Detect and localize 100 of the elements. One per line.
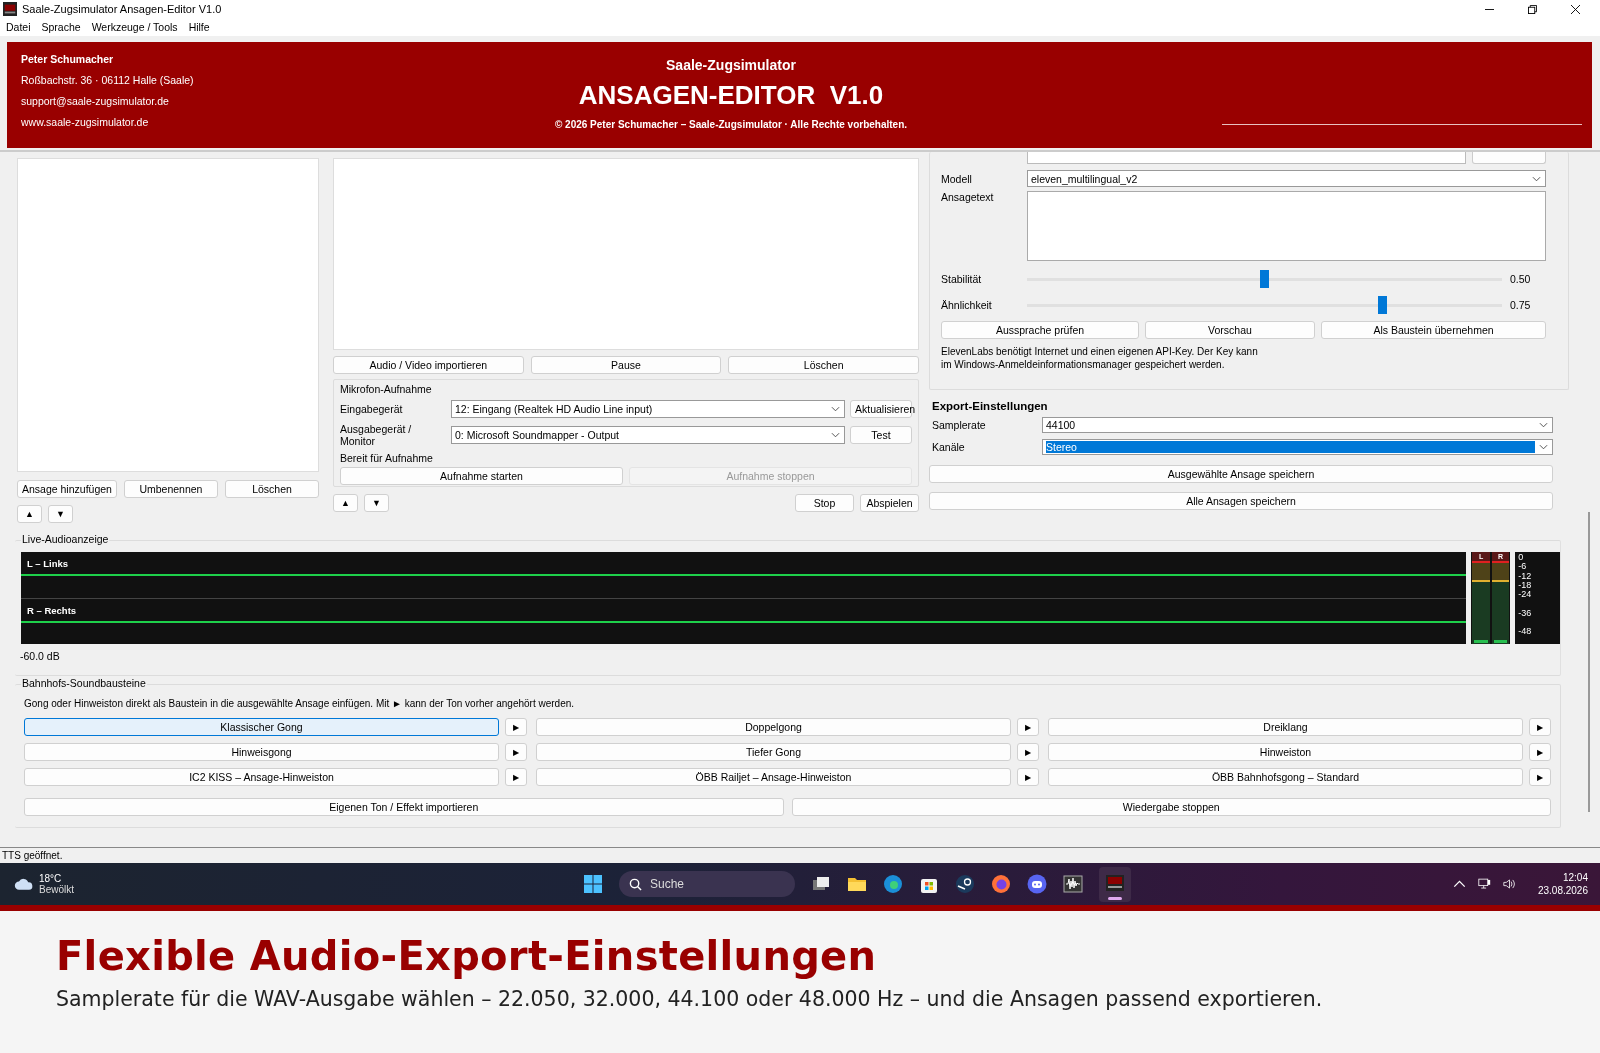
scale-label: -36 — [1518, 607, 1532, 618]
test-button[interactable]: Test — [850, 426, 912, 444]
sound-button[interactable]: Tiefer Gong — [536, 743, 1011, 761]
slider-label: Ähnlichkeit — [941, 299, 993, 311]
slider-thumb[interactable] — [1378, 295, 1388, 314]
record-button[interactable]: Aufnahme starten — [340, 467, 623, 485]
network-icon[interactable] — [1477, 878, 1491, 890]
play-button[interactable]: ▶ — [1017, 768, 1039, 786]
playback-button[interactable]: Stop — [795, 494, 854, 512]
model-dropdown[interactable]: eleven_multilingual_v2 — [1027, 170, 1546, 187]
menu-item[interactable]: Hilfe — [188, 21, 210, 33]
contact-line: Roßbachstr. 36 · 06112 Halle (Saale) — [21, 74, 195, 86]
chevron-down-icon — [831, 432, 840, 438]
play-button[interactable]: ▶ — [1529, 768, 1551, 786]
move-button[interactable]: ▼ — [48, 505, 73, 523]
slider-thumb[interactable] — [1259, 269, 1269, 288]
level-bar — [1474, 640, 1488, 643]
voice-field[interactable] — [1027, 152, 1466, 164]
sound-action-button[interactable]: Wiedergabe stoppen — [791, 798, 1551, 816]
input-device-dropdown[interactable]: 12: Eingang (Realtek HD Audio Line input) — [451, 400, 845, 418]
slider-value: 0.50 — [1510, 273, 1532, 285]
playback-button[interactable]: Abspielen — [860, 494, 919, 512]
sound-action-button[interactable]: Eigenen Ton / Effekt importieren — [24, 798, 784, 816]
field-label: Kanäle — [931, 441, 966, 453]
group-title: Live-Audioanzeige — [21, 533, 110, 545]
move-button[interactable]: ▼ — [364, 494, 389, 512]
sound-button[interactable]: Dreiklang — [1048, 718, 1523, 736]
caption-text: Samplerate für die WAV-Ausgabe wählen – 22.050, 32.000, 44.100 oder 48.000 Hz – und die Ansagen passend exportieren. — [56, 987, 1324, 1011]
play-button[interactable]: ▶ — [1529, 718, 1551, 736]
move-button[interactable]: ▲ — [17, 505, 42, 523]
sound-button[interactable]: ÖBB Bahnhofsgong – Standard — [1048, 768, 1523, 786]
play-button[interactable]: ▶ — [1017, 718, 1039, 736]
warning-zone — [1472, 563, 1490, 582]
media-button[interactable]: Pause — [530, 356, 722, 374]
list-button[interactable]: Löschen — [224, 480, 319, 498]
speaker-icon[interactable] — [1502, 878, 1516, 890]
clock-date: 23.08.2026 — [1537, 885, 1588, 896]
app-icon — [1105, 872, 1125, 893]
play-button[interactable]: ▶ — [505, 768, 527, 786]
channel-label: L – Links — [27, 558, 68, 569]
save-button[interactable]: Ausgewählte Ansage speichern — [929, 465, 1553, 483]
media-button[interactable]: Löschen — [728, 356, 919, 374]
weather-text: Bewölkt — [39, 884, 74, 895]
contact-line: www.saale-zugsimulator.de — [21, 116, 150, 128]
sound-button[interactable]: ÖBB Railjet – Ansage-Hinweiston — [536, 768, 1011, 786]
active-app-button[interactable] — [1099, 866, 1131, 902]
sound-button[interactable]: IC2 KISS – Ansage-Hinweiston — [24, 768, 499, 786]
move-button[interactable]: ▲ — [333, 494, 358, 512]
announcement-text-field[interactable] — [1027, 191, 1546, 261]
browser-icon[interactable] — [883, 874, 903, 894]
tts-button[interactable]: Als Baustein übernehmen — [1321, 321, 1546, 339]
field-label: Ansagetext — [941, 191, 995, 203]
channel-label: R – Rechts — [27, 604, 77, 616]
sound-button[interactable]: Hinweiston — [1048, 743, 1523, 761]
tts-button[interactable]: Aussprache prüfen — [941, 321, 1139, 339]
sound-button[interactable]: Doppelgong — [536, 718, 1011, 736]
group-title: Bahnhofs-Soundbausteine — [21, 677, 147, 689]
sound-button[interactable]: Klassischer Gong — [24, 718, 499, 736]
scale-label: -24 — [1518, 589, 1532, 600]
menu-item[interactable]: Werkzeuge / Tools — [91, 21, 178, 33]
restore-icon[interactable] — [1528, 4, 1537, 14]
search-field[interactable]: Suche — [619, 871, 795, 897]
save-button[interactable]: Alle Ansagen speichern — [929, 492, 1553, 510]
level-reading: -60.0 dB — [20, 650, 61, 662]
contact-line: support@saale-zugsimulator.de — [21, 95, 170, 107]
audio-editor-icon[interactable] — [1063, 874, 1083, 894]
scale-label: -12 — [1518, 570, 1532, 581]
play-button[interactable]: ▶ — [505, 718, 527, 736]
copyright-text: © 2026 Peter Schumacher – Saale-Zugsimulator · Alle Rechte vorbehalten. — [554, 119, 908, 130]
slider-label: Stabilität — [941, 273, 983, 285]
scrollbar[interactable] — [1588, 512, 1590, 812]
slider-value: 0.75 — [1510, 299, 1532, 311]
chevron-up-icon[interactable] — [1452, 878, 1466, 890]
sound-button[interactable]: Hinweisgong — [24, 743, 499, 761]
menu-item[interactable]: Sprache — [41, 21, 81, 33]
list-button[interactable]: Ansage hinzufügen — [17, 480, 117, 498]
app-icon — [3, 2, 17, 16]
play-button[interactable]: ▶ — [1017, 743, 1039, 761]
play-button[interactable]: ▶ — [1529, 743, 1551, 761]
output-device-dropdown[interactable]: 0: Microsoft Soundmapper - Output — [451, 426, 845, 444]
recording-status: Bereit für Aufnahme — [340, 452, 434, 464]
group-title: Mikrofon-Aufnahme — [340, 383, 433, 395]
export-dropdown[interactable]: Stereo — [1042, 439, 1553, 455]
media-button[interactable]: Audio / Video importieren — [333, 356, 524, 374]
tts-button[interactable]: Vorschau — [1145, 321, 1315, 339]
warning-zone — [1491, 563, 1510, 582]
field-label: Modell — [941, 172, 973, 185]
info-text: ElevenLabs benötigt Internet und einen eigenen API-Key. Der Key kann im Windows-Anmeldeinformationsmanager gespeichert werden. — [941, 345, 1259, 371]
field-label: Samplerate — [931, 419, 987, 431]
play-button[interactable]: ▶ — [505, 743, 527, 761]
scale-label: 0 — [1518, 552, 1524, 562]
chevron-down-icon — [1539, 422, 1548, 428]
close-icon[interactable] — [1571, 4, 1580, 14]
export-dropdown[interactable]: 44100 — [1042, 417, 1553, 433]
scale-label: -18 — [1518, 579, 1532, 590]
chat-icon[interactable] — [1027, 874, 1047, 894]
menu-item[interactable]: Datei — [6, 21, 31, 33]
list-button[interactable]: Umbenennen — [123, 480, 218, 498]
status-text: TTS geöffnet. — [2, 850, 63, 861]
windows-icon[interactable] — [583, 874, 603, 894]
